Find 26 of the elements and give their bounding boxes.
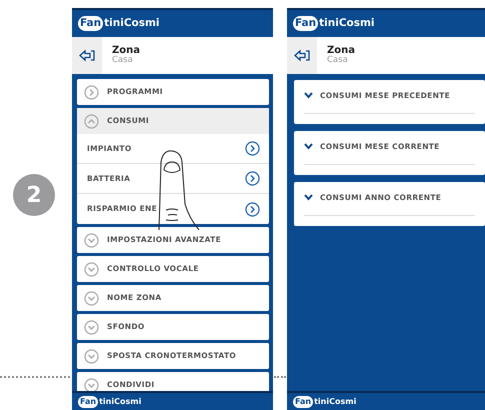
chevron-up-circle-icon [84,114,99,128]
chevron-down-icon [304,194,313,202]
chevron-down-circle-icon [84,348,99,364]
brand-logo: Fan tiniCosmi [78,16,160,32]
back-button[interactable] [72,37,102,74]
chevron-right-circle-icon [84,84,99,100]
zone-subtitle: Casa [327,56,349,66]
brand-logo: Fan tiniCosmi [293,16,375,32]
chevron-down-icon [304,92,313,100]
chevron-down-circle-icon [84,290,99,306]
chevron-down-circle-icon [84,320,99,334]
step-number-badge: 2 [13,174,55,216]
brand-logo: Fan tiniCosmi [293,396,356,408]
chevron-down-icon [304,143,313,150]
back-arrow-icon [79,49,95,62]
brand-logo: Fan tiniCosmi [78,396,142,408]
zone-title: Zona [112,45,140,56]
back-button[interactable] [287,37,317,74]
zone-title: Zona [327,45,355,56]
chevron-down-circle-icon [84,232,99,248]
chevron-right-circle-icon [245,202,260,216]
chevron-right-circle-icon [245,141,260,156]
chevron-right-circle-icon [245,171,260,186]
back-arrow-icon [294,49,310,62]
chevron-down-circle-icon [84,262,99,276]
zone-subtitle: Casa [112,56,134,66]
